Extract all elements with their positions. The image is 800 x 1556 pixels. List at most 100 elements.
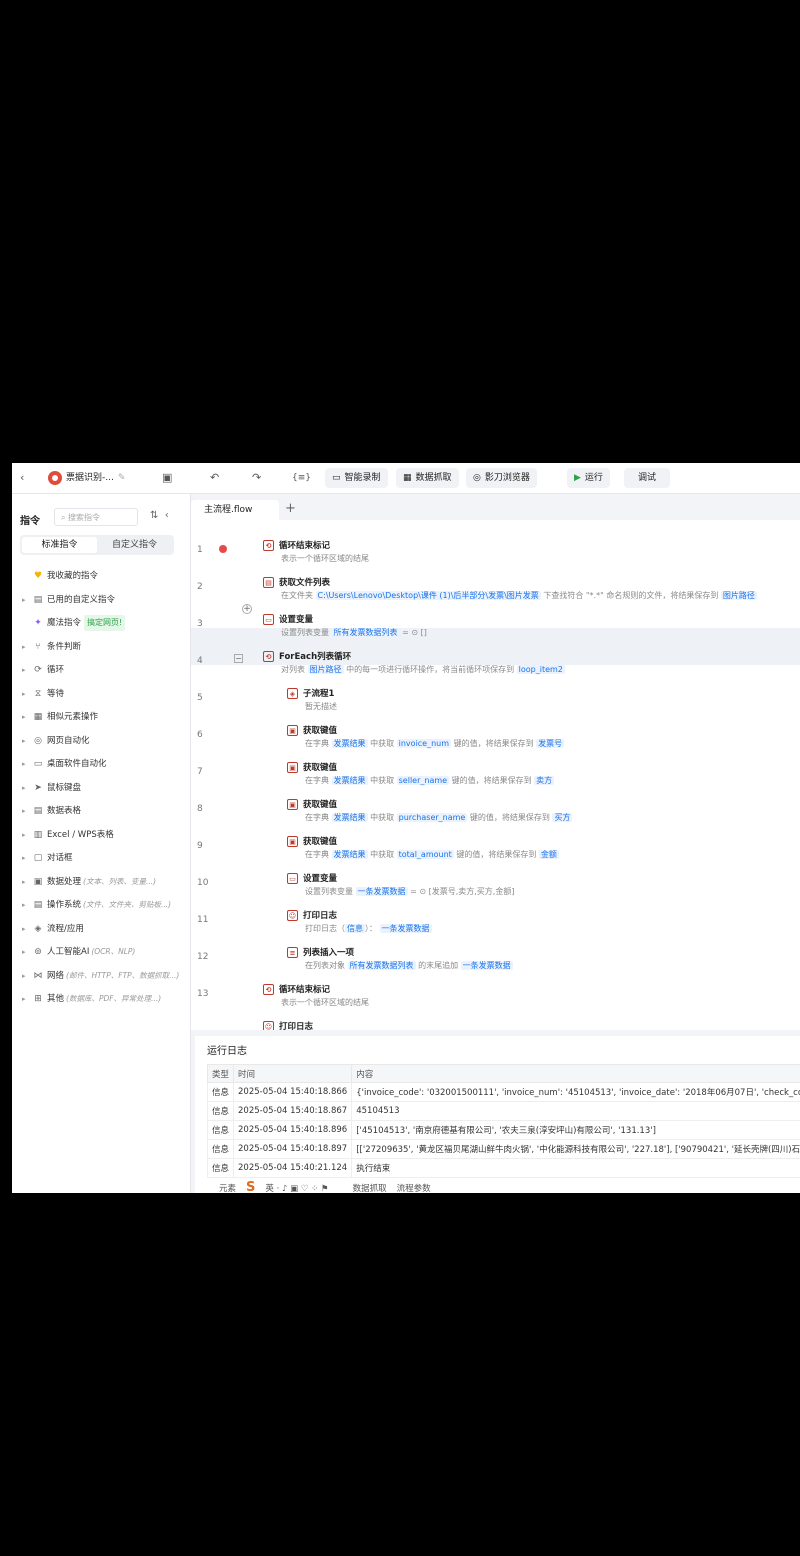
save-button[interactable]: ▣ [162,468,172,488]
flow-step[interactable]: ☺ 打印日志 打印日志（ 信息）： 一条发票数据 [287,909,432,934]
variable-tag: 图片路径 [720,591,757,600]
log-icon: ☺ [287,909,298,921]
sidebar-item[interactable]: ▸ ▦ 相似元素操作 [22,709,98,725]
table-row[interactable]: 信息 2025-05-04 15:40:18.866 {'invoice_code'… [206,1082,800,1102]
collapse-sidebar-icon[interactable]: ‹ [165,510,169,521]
run-button[interactable]: ▶ 运行 [567,468,610,488]
flow-step[interactable]: ▭ 设置变量 设置列表变量 所有发票数据列表 = ⊙ [] [263,613,427,638]
log-content-cell: {'invoice_code': '032001500111', 'invoic… [351,1082,800,1102]
redo-button[interactable]: ↷ [252,468,261,488]
sidebar-item[interactable]: ▸ ▣ 数据处理 (文本、列表、变量...) [22,874,156,890]
flow-step[interactable]: ▣ 获取键值 在字典 发票结果 中获取 purchaser_name 键的值，将结果… [287,798,573,823]
data-capture-button[interactable]: ▦ 数据抓取 [396,468,459,488]
sidebar-item[interactable]: ▸ ⊞ 其他 (数据库、PDF、异常处理...) [22,991,161,1007]
flow-step[interactable]: ▤ 获取文件列表 在文件夹 C:\Users\Lenovo\Desktop\课件 (… [263,576,757,601]
desc-text: ）： [365,924,380,933]
data-capture-tab[interactable]: 数据抓取 [353,1182,387,1194]
table-header-row: 类型 时间 内容 [206,1064,800,1083]
line-number: 2 [197,582,203,592]
project-title[interactable]: 票据识别-... ✎ [48,468,125,488]
step-description: 在列表对象 所有发票数据列表 的末尾追加 一条发票数据 [305,960,513,971]
list-insert-icon: ≡ [287,946,298,958]
collapse-loop-icon[interactable]: − [234,654,243,663]
flow-step[interactable]: ⟲ ForEach列表循环 对列表 图片路径 中的每一项进行循环操作，将当前循环项保… [263,650,565,675]
table-row[interactable]: 信息 2025-05-04 15:40:18.896 ['45104513', '南… [206,1120,800,1140]
sidebar-item[interactable]: ▸ ⋈ 网络 (邮件、HTTP、FTP、数据抓取...) [22,968,179,984]
sidebar-item-label: 循环 [47,665,65,675]
step-title: 获取键值 [303,837,338,847]
flow-step[interactable]: ◈ 子流程1 暂无描述 [287,687,337,712]
breakpoint-icon[interactable] [219,545,227,553]
undo-button[interactable]: ↶ [210,468,219,488]
sidebar-item-label: 网页自动化 [47,735,90,746]
desc-text: 中获取 [367,739,397,748]
chevron-right-icon: ▸ [22,783,26,792]
step-header: ▣ 获取键值 [287,724,564,736]
table-row[interactable]: 信息 2025-05-04 15:40:18.867 45104513 [206,1101,800,1121]
flow-step[interactable]: ≡ 列表插入一项 在列表对象 所有发票数据列表 的末尾追加 一条发票数据 [287,946,513,971]
variable-icon: ▭ [287,872,298,884]
sort-icon[interactable]: ⇅ [150,510,158,521]
browser-icon: ◎ [473,473,481,483]
sidebar-item[interactable]: ▸ ⑂ 条件判断 [22,639,81,655]
column-type: 类型 [206,1064,235,1083]
back-button[interactable]: ‹ [20,468,24,488]
data-capture-label: 数据抓取 [415,473,452,483]
sidebar-item[interactable]: ▸ ⊚ 人工智能AI (OCR、NLP) [22,944,135,960]
step-title: 获取键值 [303,726,338,736]
chevron-right-icon: ▸ [22,689,26,698]
step-description: 打印日志（ 信息）： 一条发票数据 [305,923,432,934]
sidebar-item-label: 条件判断 [47,641,82,652]
flow-step[interactable]: ☺ 打印日志 [263,1020,313,1030]
sidebar-item[interactable]: ▸ ▭ 桌面软件自动化 [22,756,107,772]
variables-button[interactable]: {≡} [292,468,311,488]
smart-record-button[interactable]: ▭ 智能录制 [325,468,388,488]
insert-step-icon[interactable]: + [242,604,252,614]
command-search-input[interactable]: ⌕ 搜索指令 [54,508,138,526]
variable-tag: invoice_num [396,739,452,748]
flow-step[interactable]: ▭ 设置变量 设置列表变量 一条发票数据 = ⊙ [发票号,卖方,买方,金额] [287,872,514,897]
desc-text: 在字典 [305,850,332,859]
sidebar-item[interactable]: ▸ ▢ 对话框 [22,850,73,866]
table-row[interactable]: 信息 2025-05-04 15:40:18.897 [['27209635', '… [206,1139,800,1159]
hourglass-icon: ⧖ [34,688,42,699]
elements-tab[interactable]: 元素 [219,1182,236,1194]
desc-text: 键的值，将结果保存到 [467,813,553,822]
sidebar-item[interactable]: ▸ ◈ 流程/应用 [22,921,84,937]
tab-custom-commands[interactable]: 自定义指令 [97,537,172,553]
desc-text: 键的值，将结果保存到 [453,850,539,859]
desc-text: 设置列表变量 [305,887,356,896]
sidebar-item[interactable]: ▸ ▤ 已用的自定义指令 [22,592,115,608]
sidebar-item[interactable]: ✦ 魔法指令 搞定网页! [22,615,126,631]
sidebar-item[interactable]: ▸ ➤ 鼠标键盘 [22,780,81,796]
log-time-cell: 2025-05-04 15:40:18.866 [233,1082,353,1102]
sidebar-item[interactable]: ▸ ▤ 数据表格 [22,803,81,819]
line-number: 6 [197,730,203,740]
browser-button[interactable]: ◎ 影刀浏览器 [466,468,537,488]
flow-step[interactable]: ▣ 获取键值 在字典 发票结果 中获取 invoice_num 键的值，将结果保存到… [287,724,565,749]
pencil-icon[interactable]: ✎ [118,468,126,488]
sidebar-item[interactable]: ▸ ▤ 操作系统 (文件、文件夹、剪贴板...) [22,897,171,913]
sidebar-item[interactable]: ♥ 我收藏的指令 [22,568,98,584]
flow-step[interactable]: ▣ 获取键值 在字典 发票结果 中获取 seller_name 键的值，将结果保存到… [287,761,555,786]
log-type-cell: 信息 [206,1101,235,1121]
variable-tag: 一条发票数据 [379,924,432,933]
debug-button[interactable]: 调试 [624,468,671,488]
chevron-right-icon: ▸ [22,854,26,862]
sidebar-item[interactable]: ▸ ⧖ 等待 [22,686,64,702]
table-row[interactable]: 信息 2025-05-04 15:40:21.124 执行结束 [206,1158,800,1178]
flow-step[interactable]: ▣ 获取键值 在字典 发票结果 中获取 total_amount 键的值，将结果保存… [287,835,559,860]
step-header: ⟲ ForEach列表循环 [263,650,565,662]
tab-main-flow[interactable]: 主流程.flow [191,500,279,520]
chevron-right-icon: ▸ [22,595,26,604]
desc-text: = ⊙ [] [399,628,427,637]
add-tab-icon[interactable]: + [285,501,296,516]
step-title: 循环结束标记 [279,541,331,551]
flow-params-tab[interactable]: 流程参数 [397,1182,431,1194]
tab-standard-commands[interactable]: 标准指令 [22,537,97,553]
flow-step[interactable]: ⟲ 循环结束标记 表示一个循环区域的结尾 [263,983,369,1008]
sidebar-item[interactable]: ▸ ⟳ 循环 [22,662,64,678]
sidebar-item[interactable]: ▸ ◎ 网页自动化 [22,733,90,749]
sidebar-item[interactable]: ▸ ▥ Excel / WPS表格 [22,827,114,843]
flow-step[interactable]: ⟲ 循环结束标记 表示一个循环区域的结尾 [263,539,369,564]
